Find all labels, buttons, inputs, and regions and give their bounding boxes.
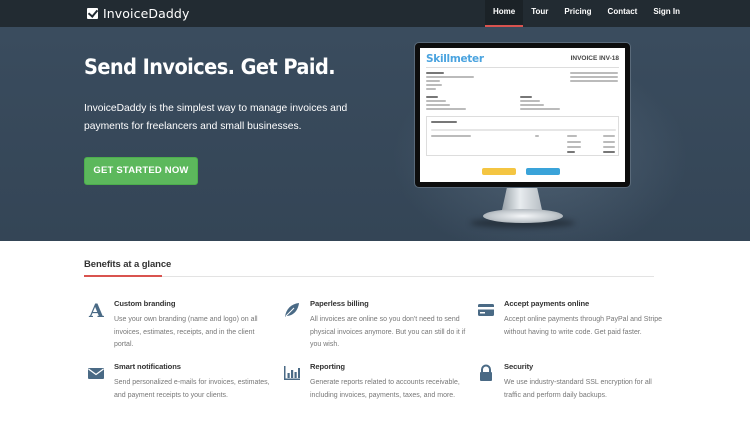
brand-logo[interactable]: InvoiceDaddy [87, 5, 189, 21]
invoice-text-line [603, 141, 615, 143]
invoice-divider [426, 67, 619, 68]
invoice-title: INVOICE INV-18 [570, 55, 619, 62]
feature-smart-notifications: Smart notifications Send personalized e-… [88, 362, 274, 402]
bar-chart-icon [282, 363, 302, 383]
invoice-text-line [520, 108, 560, 110]
nav-contact[interactable]: Contact [600, 0, 646, 27]
monitor-stand [502, 188, 542, 210]
leaf-icon [282, 300, 302, 320]
nav-pricing[interactable]: Pricing [556, 0, 599, 27]
hero-section: Send Invoices. Get Paid. InvoiceDaddy is… [0, 27, 750, 241]
feature-desc: Generate reports related to accounts rec… [310, 379, 460, 399]
invoice-text-line [426, 80, 440, 82]
invoice-preview: Skillmeter INVOICE INV-18 [420, 48, 625, 182]
feature-title: Smart notifications [114, 362, 181, 371]
feature-security: Security We use industry-standard SSL en… [480, 362, 664, 402]
invoice-text-line [570, 72, 618, 74]
feature-title: Reporting [310, 362, 345, 371]
invoice-logo: Skillmeter [426, 53, 484, 65]
invoice-text-line [603, 151, 615, 153]
monitor-base [483, 209, 563, 223]
brand-name: InvoiceDaddy [103, 5, 190, 21]
feature-title: Custom branding [114, 299, 176, 308]
invoice-text-line [426, 76, 474, 78]
envelope-icon [86, 363, 106, 383]
benefits-heading: Benefits at a glance [84, 259, 172, 270]
invoice-text-line [520, 104, 544, 106]
invoice-text-line [431, 129, 616, 131]
hero-subtitle: InvoiceDaddy is the simplest way to mana… [84, 103, 348, 132]
invoice-text-line [567, 146, 581, 148]
nav-sign-in[interactable]: Sign In [645, 0, 688, 27]
invoice-text-line [426, 108, 466, 110]
pay-paypal-button [482, 168, 516, 175]
invoice-text-line [570, 80, 618, 82]
order-summary-box [426, 116, 619, 156]
invoice-text-line [567, 135, 577, 137]
invoice-text-line [426, 84, 442, 86]
get-started-button[interactable]: GET STARTED NOW [84, 157, 198, 185]
feature-desc: Accept online payments through PayPal an… [504, 316, 662, 336]
lock-icon [476, 363, 496, 383]
feature-desc: All invoices are online so you don't nee… [310, 316, 466, 348]
credit-card-icon [476, 300, 496, 320]
nav-tour[interactable]: Tour [523, 0, 556, 27]
nav-home[interactable]: Home [485, 0, 524, 27]
benefits-accent-bar [84, 275, 162, 277]
invoice-text-line [535, 135, 539, 137]
check-box-icon [87, 7, 98, 19]
feature-desc: Send personalized e-mails for invoices, … [114, 379, 270, 399]
feature-reporting: Reporting Generate reports related to ac… [284, 362, 470, 402]
invoice-text-line [603, 135, 615, 137]
feature-accept-payments: Accept payments online Accept online pay… [478, 299, 664, 339]
svg-text:A: A [88, 301, 104, 319]
navbar: InvoiceDaddy Home Tour Pricing Contact S… [0, 0, 750, 27]
feature-title: Paperless billing [310, 299, 369, 308]
feature-title: Security [504, 362, 534, 371]
monitor-image: Skillmeter INVOICE INV-18 [414, 42, 631, 188]
feature-title: Accept payments online [504, 299, 590, 308]
pay-card-button [526, 168, 560, 175]
invoice-text-line [431, 121, 457, 123]
invoice-text-line [520, 100, 540, 102]
invoice-text-line [431, 135, 471, 137]
invoice-text-line [426, 104, 450, 106]
hero-title: Send Invoices. Get Paid. [84, 55, 336, 79]
benefits-divider [84, 276, 654, 277]
invoice-text-line [520, 96, 532, 98]
invoice-text-line [567, 151, 575, 153]
invoice-text-line [426, 88, 436, 90]
invoice-text-line [567, 141, 581, 143]
invoice-text-line [570, 76, 618, 78]
font-icon: A [86, 300, 106, 320]
feature-desc: We use industry-standard SSL encryption … [504, 379, 652, 399]
feature-paperless-billing: Paperless billing All invoices are onlin… [285, 299, 470, 352]
invoice-text-line [426, 72, 444, 74]
feature-custom-branding: A Custom branding Use your own branding … [88, 299, 274, 352]
main-nav: Home Tour Pricing Contact Sign In [485, 0, 688, 27]
invoice-text-line [426, 100, 446, 102]
invoice-text-line [426, 96, 438, 98]
invoice-text-line [603, 146, 615, 148]
feature-desc: Use your own branding (name and logo) on… [114, 316, 258, 348]
